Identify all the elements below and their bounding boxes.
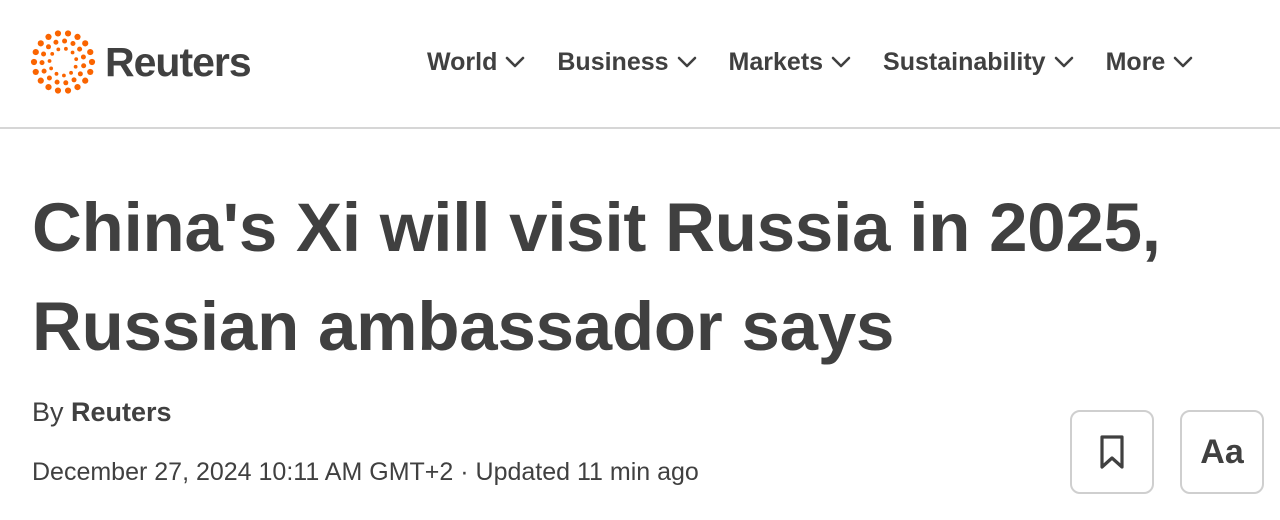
logo-dot: [70, 41, 76, 47]
logo-dot: [64, 30, 72, 37]
nav-item-label: World: [427, 47, 498, 76]
text-size-button[interactable]: Aa: [1180, 410, 1264, 494]
text-size-label: Aa: [1200, 432, 1244, 471]
nav-item-markets[interactable]: Markets: [729, 48, 852, 77]
logo-dot: [54, 87, 62, 94]
logo-dot: [82, 40, 89, 47]
logo-dot: [88, 58, 96, 66]
logo-dot: [74, 84, 81, 91]
nav-item-label: Business: [557, 47, 669, 76]
chevron-down-icon: [677, 56, 696, 68]
logo-dot: [54, 79, 60, 85]
chevron-down-icon: [1174, 56, 1193, 68]
logo-dot: [30, 58, 38, 66]
logo-dot: [73, 64, 78, 69]
updated-time: Updated 11 min ago: [475, 458, 699, 486]
logo-dot: [45, 44, 51, 50]
logo-dot: [37, 77, 44, 84]
dateline: December 27, 2024 10:11 AM GMT+2 · Updat…: [32, 458, 699, 487]
logo-dot: [82, 77, 89, 84]
nav-item-label: Markets: [728, 47, 824, 76]
logo-dot: [63, 80, 69, 86]
logo-dot: [49, 66, 54, 71]
logo-dot: [74, 57, 79, 62]
logo-dot: [45, 84, 52, 91]
logo-dot: [47, 59, 52, 63]
logo-dot: [69, 70, 73, 75]
reuters-logo-mark: [30, 30, 96, 94]
logo-dot: [46, 75, 52, 81]
logo-dot: [64, 46, 68, 51]
nav-item-world[interactable]: World: [427, 48, 525, 77]
logo-dot: [41, 68, 47, 74]
logo-dot: [77, 46, 83, 52]
nav-item-business[interactable]: Business: [557, 48, 696, 77]
logo-dot: [56, 47, 61, 52]
logo-dot: [81, 63, 87, 69]
bookmark-button[interactable]: [1070, 410, 1154, 494]
logo-dot: [71, 77, 77, 83]
byline: By Reuters: [32, 397, 172, 428]
main-nav: World Business Markets Sustainability Mo…: [427, 40, 1193, 84]
logo-dot: [87, 48, 94, 56]
logo-dot: [39, 60, 45, 66]
reuters-logo-text: Reuters: [105, 38, 252, 85]
nav-item-more[interactable]: More: [1106, 48, 1194, 77]
chevron-down-icon: [1054, 56, 1073, 68]
logo-dot: [54, 30, 62, 37]
dateline-separator: ·: [453, 458, 476, 486]
bookmark-icon: [1100, 435, 1124, 469]
logo-dot: [74, 33, 81, 40]
byline-author[interactable]: Reuters: [71, 397, 172, 427]
logo-dot: [50, 51, 55, 56]
published-time: December 27, 2024 10:11 AM GMT+2: [32, 458, 454, 486]
logo-dot: [62, 38, 68, 44]
nav-item-label: More: [1105, 47, 1166, 76]
nav-item-sustainability[interactable]: Sustainability: [883, 48, 1074, 77]
byline-prefix: By: [32, 397, 72, 427]
chevron-down-icon: [831, 56, 851, 68]
logo-dot: [32, 68, 39, 76]
reuters-logo[interactable]: Reuters: [30, 29, 252, 95]
nav-item-label: Sustainability: [883, 47, 1046, 76]
logo-dot: [62, 73, 66, 78]
logo-dot: [32, 48, 39, 56]
logo-dot: [87, 68, 94, 76]
logo-dot: [54, 71, 59, 76]
logo-dot: [37, 40, 44, 47]
logo-dot: [64, 87, 72, 94]
logo-dot: [53, 39, 59, 45]
article-headline: China's Xi will visit Russia in 2025, Ru…: [32, 189, 1161, 365]
logo-dot: [45, 33, 52, 40]
logo-dot: [41, 51, 47, 57]
logo-dot: [80, 54, 86, 60]
chevron-down-icon: [506, 56, 525, 68]
logo-dot: [77, 71, 83, 77]
logo-dot: [70, 50, 75, 55]
site-header: Reuters World Business Markets Sustainab…: [0, 0, 1280, 129]
